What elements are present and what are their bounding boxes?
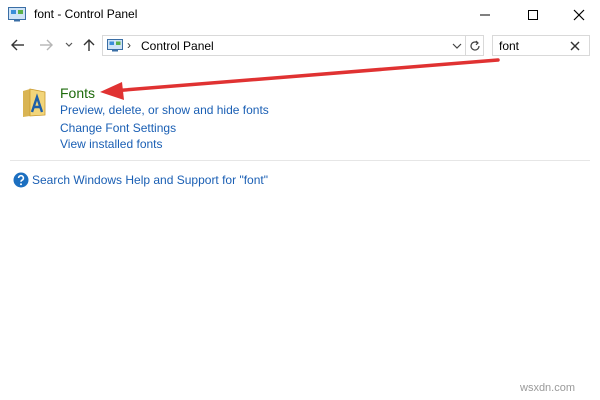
breadcrumb-control-panel[interactable]: Control Panel	[141, 39, 214, 53]
divider	[10, 160, 590, 161]
maximize-icon	[528, 10, 538, 20]
close-icon	[573, 9, 585, 21]
minimize-button[interactable]	[462, 0, 508, 30]
address-bar[interactable]: › Control Panel	[102, 35, 484, 56]
search-input[interactable]	[499, 39, 559, 53]
up-button[interactable]	[82, 38, 96, 52]
address-dropdown-button[interactable]	[449, 36, 465, 55]
fonts-result-title[interactable]: Fonts	[60, 85, 95, 101]
minimize-icon	[480, 14, 490, 16]
up-arrow-icon	[83, 39, 95, 51]
close-button[interactable]	[556, 0, 600, 30]
search-help-link[interactable]: Search Windows Help and Support for "fon…	[32, 173, 268, 187]
forward-button[interactable]	[38, 38, 54, 52]
forward-arrow-icon	[40, 39, 53, 51]
close-icon	[570, 41, 580, 51]
view-installed-fonts-link[interactable]: View installed fonts	[60, 137, 163, 151]
breadcrumb-separator: ›	[127, 38, 131, 52]
back-button[interactable]	[10, 38, 26, 52]
preview-fonts-link[interactable]: Preview, delete, or show and hide fonts	[60, 103, 269, 117]
fonts-folder-icon[interactable]	[20, 88, 48, 123]
watermark: wsxdn.com	[520, 382, 576, 394]
clear-search-button[interactable]	[569, 39, 581, 57]
refresh-icon	[470, 40, 480, 51]
control-panel-icon	[107, 39, 123, 57]
back-arrow-icon	[11, 39, 24, 51]
search-box[interactable]	[492, 35, 590, 56]
change-font-settings-link[interactable]: Change Font Settings	[60, 121, 176, 135]
recent-locations-button[interactable]	[64, 38, 74, 52]
title-bar: font - Control Panel	[0, 0, 600, 30]
refresh-button[interactable]	[465, 36, 484, 55]
maximize-button[interactable]	[510, 0, 556, 30]
chevron-down-icon	[452, 43, 462, 49]
help-icon[interactable]	[13, 172, 29, 193]
window-title: font - Control Panel	[34, 7, 138, 21]
chevron-down-icon	[65, 42, 73, 47]
control-panel-icon	[8, 7, 26, 27]
